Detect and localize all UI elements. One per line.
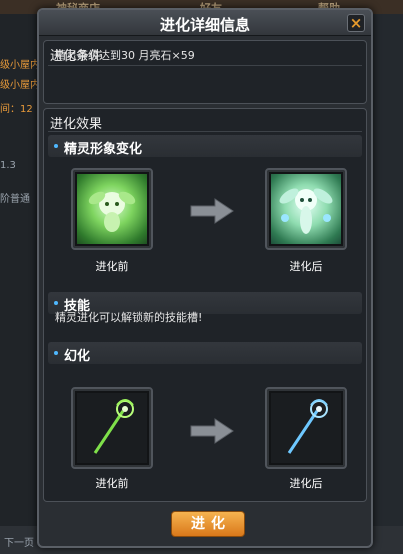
background-text: 级小屋内 xyxy=(0,80,40,91)
arrow-right-icon xyxy=(190,418,234,444)
background-text: 级小屋内 xyxy=(0,60,40,71)
divider xyxy=(48,131,362,132)
transform-subheading: 幻化 xyxy=(48,342,362,364)
arrow-right-icon xyxy=(190,198,234,224)
background-text: 阶普通 xyxy=(0,194,30,205)
staff-after-frame xyxy=(265,387,347,469)
bullet-dot-icon xyxy=(54,301,58,305)
appearance-after-label: 进化后 xyxy=(289,260,323,273)
bullet-dot-icon xyxy=(54,144,58,148)
background-text: 间：12 xyxy=(0,104,33,115)
sprite-before-icon xyxy=(88,191,136,232)
evolution-detail-dialog: 进化详细信息 × 进化条件 精灵等级达到30 月亮石×59 进化效果 精灵形象变… xyxy=(37,8,373,548)
appearance-label: 精灵形象变化 xyxy=(64,142,143,157)
staff-before-icon xyxy=(93,399,134,454)
transform-before-label: 进化前 xyxy=(95,477,129,490)
close-icon[interactable]: × xyxy=(347,14,365,32)
sprite-after-portrait xyxy=(265,168,347,250)
background-left-panel: 级小屋内 级小屋内 间：12 1.3 阶普通 xyxy=(0,14,40,554)
divider xyxy=(48,65,362,66)
staff-after-icon xyxy=(287,399,328,454)
sprite-after-icon xyxy=(279,188,333,234)
transform-after-label: 进化后 xyxy=(289,477,323,490)
dialog-title: 进化详细信息 xyxy=(159,16,250,34)
skill-description: 精灵进化可以解锁新的技能槽! xyxy=(55,311,203,324)
transform-label: 幻化 xyxy=(64,349,91,364)
appearance-subheading: 精灵形象变化 xyxy=(48,135,362,157)
background-text: 1.3 xyxy=(0,160,16,171)
dialog-title-bar: 进化详细信息 × xyxy=(39,10,371,36)
conditions-text: 精灵等级达到30 月亮石×59 xyxy=(55,49,195,62)
background-next-page[interactable]: 下一页 xyxy=(4,534,34,549)
effects-heading: 进化效果 xyxy=(50,117,103,132)
bullet-dot-icon xyxy=(54,351,58,355)
background-right-panel xyxy=(369,14,403,554)
sprite-before-portrait xyxy=(71,168,153,250)
appearance-before-label: 进化前 xyxy=(95,260,129,273)
evolve-button[interactable]: 进化 xyxy=(171,511,245,537)
staff-before-frame xyxy=(71,387,153,469)
